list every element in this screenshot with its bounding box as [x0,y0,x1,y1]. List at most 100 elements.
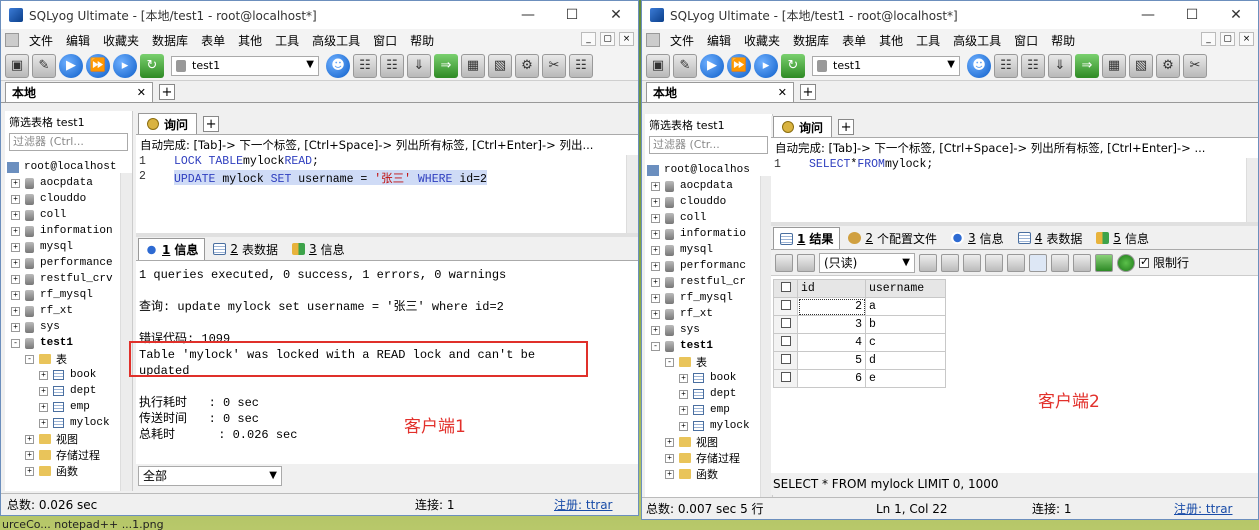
table-row[interactable]: 4c [773,333,946,352]
mdi-restore-button[interactable]: ▢ [1220,32,1235,46]
menu-database[interactable]: 数据库 [152,32,188,49]
tree-node[interactable]: + informatio [645,226,772,242]
backup-icon[interactable]: ☷ [353,53,377,78]
tree-node[interactable]: + book [5,367,132,383]
editor-scrollbar[interactable] [626,155,638,233]
copy-result-icon[interactable] [797,253,815,272]
refresh-icon[interactable]: ↻ [140,53,164,78]
tree-node[interactable]: + 函数 [645,466,772,482]
mdi-close-button[interactable]: × [619,32,634,46]
tree-node[interactable]: + mysql [5,239,132,255]
refresh-icon[interactable]: ↻ [781,53,805,78]
database-select[interactable]: test1 ▼ [171,55,319,76]
expand-icon[interactable]: + [651,181,660,191]
connection-tab-local[interactable]: 本地 ✕ [646,82,794,102]
cancel-icon[interactable] [1007,253,1025,272]
menu-advanced-tools[interactable]: 高级工具 [953,32,1001,49]
cell-id[interactable]: 3 [797,315,866,334]
tree-node[interactable]: + emp [645,402,772,418]
cell-id[interactable]: 5 [797,351,866,370]
row-checkbox[interactable] [780,299,791,310]
menu-tools[interactable]: 工具 [916,32,940,49]
tree-node[interactable]: + clouddo [645,194,772,210]
tree-node[interactable]: + 存储过程 [645,450,772,466]
expand-icon[interactable]: + [651,245,660,255]
save-icon[interactable] [963,253,981,272]
tree-node[interactable]: - test1 [5,335,132,351]
expand-icon[interactable]: + [11,210,20,220]
tree-node[interactable]: + mylock [645,418,772,434]
tree-node[interactable]: + restful_crv [5,271,132,287]
register-link[interactable]: 注册: ttrar [1174,500,1233,517]
tree-node[interactable]: + information [5,223,132,239]
tree-node[interactable]: + 视图 [645,434,772,450]
tree-node[interactable]: root@localhost [5,159,132,175]
tab-profile-2[interactable]: 2 个配置文件 [842,227,943,249]
limit-rows-checkbox[interactable]: ✓ [1139,255,1149,268]
expand-icon[interactable]: + [39,370,48,380]
close-icon[interactable]: ✕ [778,86,787,99]
expand-icon[interactable]: + [11,274,20,284]
sync-icon[interactable]: ⚙ [1156,53,1180,78]
expand-icon[interactable]: + [679,405,688,415]
sync-icon[interactable]: ⚙ [515,53,539,78]
close-icon[interactable]: ✕ [137,86,146,99]
expand-icon[interactable]: + [651,229,660,239]
menu-tools[interactable]: 工具 [275,32,299,49]
tree-node[interactable]: - test1 [645,338,772,354]
designer-icon[interactable]: ▧ [1129,53,1153,78]
tree-node[interactable]: + performance [5,255,132,271]
menu-help[interactable]: 帮助 [410,32,434,49]
tree-node[interactable]: + coll [645,210,772,226]
menu-database[interactable]: 数据库 [793,32,829,49]
duplicate-row-icon[interactable] [941,253,959,272]
filter-select[interactable]: 全部 ▼ [138,466,282,486]
row-checkbox-cell[interactable] [773,369,798,388]
filter-input[interactable]: 过滤器 (Ctrl... [9,133,128,151]
expand-icon[interactable]: + [11,194,20,204]
tab-result-1[interactable]: 1 结果 [773,227,841,249]
database-select[interactable]: test1 ▼ [812,55,960,76]
minimize-button[interactable]: — [1126,1,1170,29]
tree-node[interactable]: + 视图 [5,431,132,447]
collapse-icon[interactable]: - [25,354,34,364]
mdi-minimize-button[interactable]: _ [581,32,596,46]
column-header-username[interactable]: username [865,279,946,298]
row-checkbox[interactable] [780,353,791,364]
execute-icon[interactable]: ▶ [700,53,724,78]
expand-icon[interactable]: + [651,309,660,319]
new-query-icon[interactable]: ✎ [673,53,697,78]
cell-username[interactable]: c [865,333,946,352]
tree-node[interactable]: + rf_xt [645,306,772,322]
expand-icon[interactable]: + [651,197,660,207]
expand-icon[interactable]: + [679,389,688,399]
execute-all-icon[interactable]: ⏩ [727,53,751,78]
close-button[interactable]: ✕ [594,1,638,29]
tree-node[interactable]: + mylock [5,415,132,431]
filter-icon[interactable] [1095,253,1113,272]
new-query-icon[interactable]: ✎ [32,53,56,78]
tree-node[interactable]: + emp [5,399,132,415]
tab-message-3[interactable]: 3 信息 [945,227,1010,249]
sql-editor[interactable]: 1 SELECT * FROM mylock; [771,158,1258,222]
expand-icon[interactable]: + [651,293,660,303]
text-view-icon[interactable] [1073,253,1091,272]
expand-icon[interactable]: + [39,402,48,412]
menu-window[interactable]: 窗口 [373,32,397,49]
tree-node[interactable]: + dept [5,383,132,399]
designer-icon[interactable]: ▧ [488,53,512,78]
export-result-icon[interactable] [775,253,793,272]
close-button[interactable]: ✕ [1214,1,1258,29]
menu-advanced-tools[interactable]: 高级工具 [312,32,360,49]
delete-row-icon[interactable] [985,253,1003,272]
tree-node[interactable]: + rf_mysql [645,290,772,306]
new-connection-icon[interactable]: ▣ [646,53,670,78]
eraser-icon[interactable]: ✂ [1183,53,1207,78]
expand-icon[interactable]: + [11,178,20,188]
expand-icon[interactable]: + [679,373,688,383]
collapse-icon[interactable]: - [11,338,20,348]
expand-icon[interactable]: + [25,450,34,460]
expand-icon[interactable]: + [39,386,48,396]
expand-icon[interactable]: + [651,277,660,287]
cell-username[interactable]: d [865,351,946,370]
